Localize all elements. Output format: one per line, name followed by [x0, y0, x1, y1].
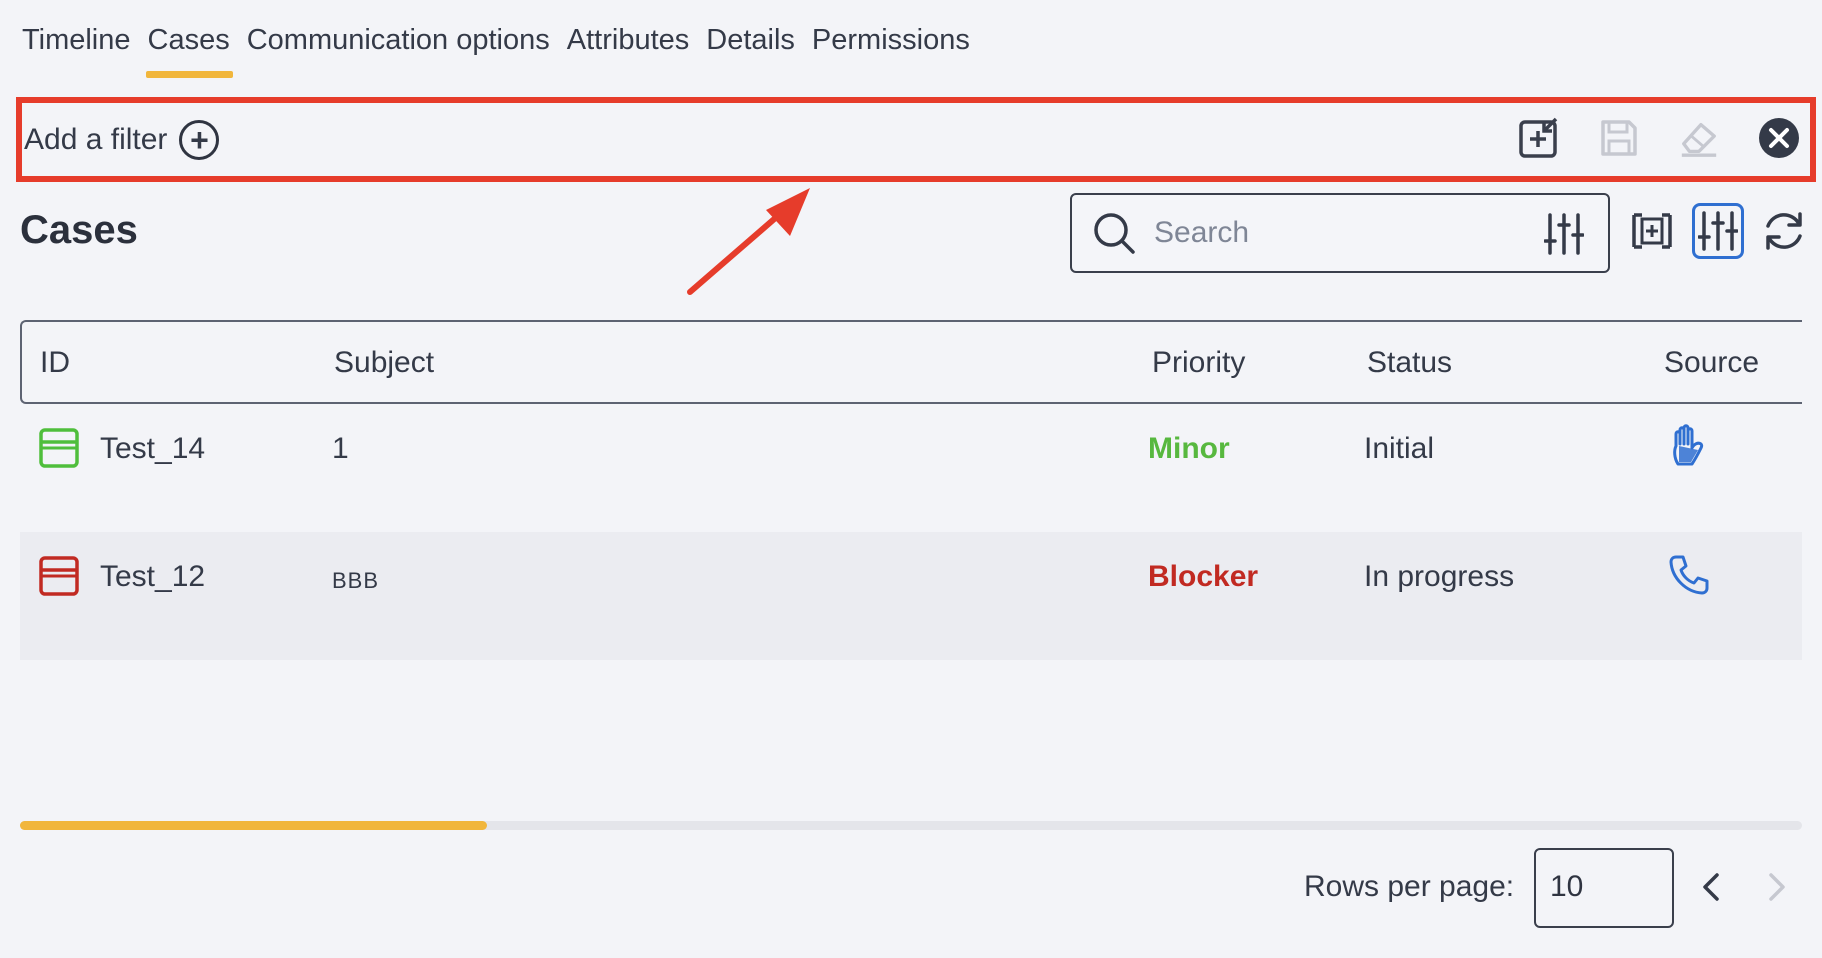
- case-priority: Minor: [1148, 432, 1230, 465]
- add-to-filter-icon: [1519, 117, 1558, 158]
- case-id[interactable]: Test_14: [100, 432, 205, 466]
- search-settings-icon[interactable]: [1544, 211, 1584, 257]
- column-header-priority[interactable]: Priority: [1152, 346, 1245, 380]
- case-status: In progress: [1364, 560, 1515, 593]
- column-header-source[interactable]: Source: [1664, 346, 1759, 380]
- filter-bar: Add a filter +: [16, 97, 1816, 182]
- add-to-filter-button[interactable]: [1518, 115, 1560, 161]
- cases-table: ID Subject Priority Status Source Test_1…: [20, 320, 1802, 660]
- phone-icon: [1669, 555, 1709, 595]
- search-box: [1070, 193, 1610, 273]
- sliders-icon: [1698, 211, 1738, 251]
- tab-timeline[interactable]: Timeline: [22, 20, 140, 64]
- case-id[interactable]: Test_12: [100, 560, 205, 594]
- case-subject: BBB: [332, 568, 380, 593]
- tab-permissions[interactable]: Permissions: [812, 20, 979, 64]
- case-subject: 1: [332, 432, 349, 465]
- save-filter-button[interactable]: [1598, 115, 1640, 161]
- case-priority: Blocker: [1148, 560, 1259, 593]
- horizontal-scrollbar[interactable]: [20, 821, 1802, 830]
- clear-filter-button[interactable]: [1678, 115, 1720, 161]
- rows-per-page-label: Rows per page:: [1304, 870, 1515, 903]
- page-title: Cases: [20, 208, 138, 252]
- column-header-id[interactable]: ID: [40, 346, 70, 380]
- tab-bar: Timeline Cases Communication options Att…: [22, 20, 987, 80]
- save-icon: [1601, 120, 1637, 156]
- column-add-button[interactable]: [1626, 203, 1678, 259]
- plus-circle-icon: +: [179, 119, 220, 160]
- table-toolbar: [1626, 203, 1810, 259]
- search-icon: [1094, 213, 1135, 254]
- scrollbar-thumb[interactable]: [20, 821, 487, 830]
- table-header: ID Subject Priority Status Source: [20, 320, 1802, 404]
- chevron-right-icon[interactable]: [1766, 870, 1788, 904]
- close-icon: [1759, 118, 1799, 158]
- add-filter-button[interactable]: Add a filter +: [24, 119, 220, 160]
- folder-icon: [39, 428, 79, 468]
- close-filter-button[interactable]: [1758, 115, 1800, 161]
- column-header-status[interactable]: Status: [1367, 346, 1452, 380]
- tab-cases[interactable]: Cases: [145, 20, 239, 78]
- annotation-arrow-icon: [687, 188, 810, 295]
- refresh-button[interactable]: [1758, 203, 1810, 259]
- column-add-icon: [1632, 213, 1672, 249]
- tab-communication-options[interactable]: Communication options: [247, 20, 559, 64]
- hand-icon: [1673, 424, 1704, 466]
- case-status: Initial: [1364, 432, 1435, 465]
- tab-details[interactable]: Details: [706, 20, 804, 64]
- table-row[interactable]: Test_14 1 Minor Initial: [20, 404, 1802, 532]
- chevron-left-icon[interactable]: [1700, 870, 1722, 904]
- column-header-subject[interactable]: Subject: [334, 346, 434, 380]
- eraser-icon: [1681, 122, 1717, 157]
- refresh-icon: [1766, 212, 1802, 250]
- rows-per-page-select[interactable]: 10: [1534, 848, 1674, 928]
- search-input[interactable]: [1154, 216, 1534, 250]
- table-row[interactable]: Test_12 BBB Blocker In progress: [20, 532, 1802, 660]
- filter-toggle-button[interactable]: [1692, 203, 1744, 259]
- folder-icon: [39, 556, 79, 596]
- filter-actions: [1518, 115, 1800, 161]
- tab-attributes[interactable]: Attributes: [567, 20, 699, 64]
- add-filter-label: Add a filter: [24, 122, 168, 156]
